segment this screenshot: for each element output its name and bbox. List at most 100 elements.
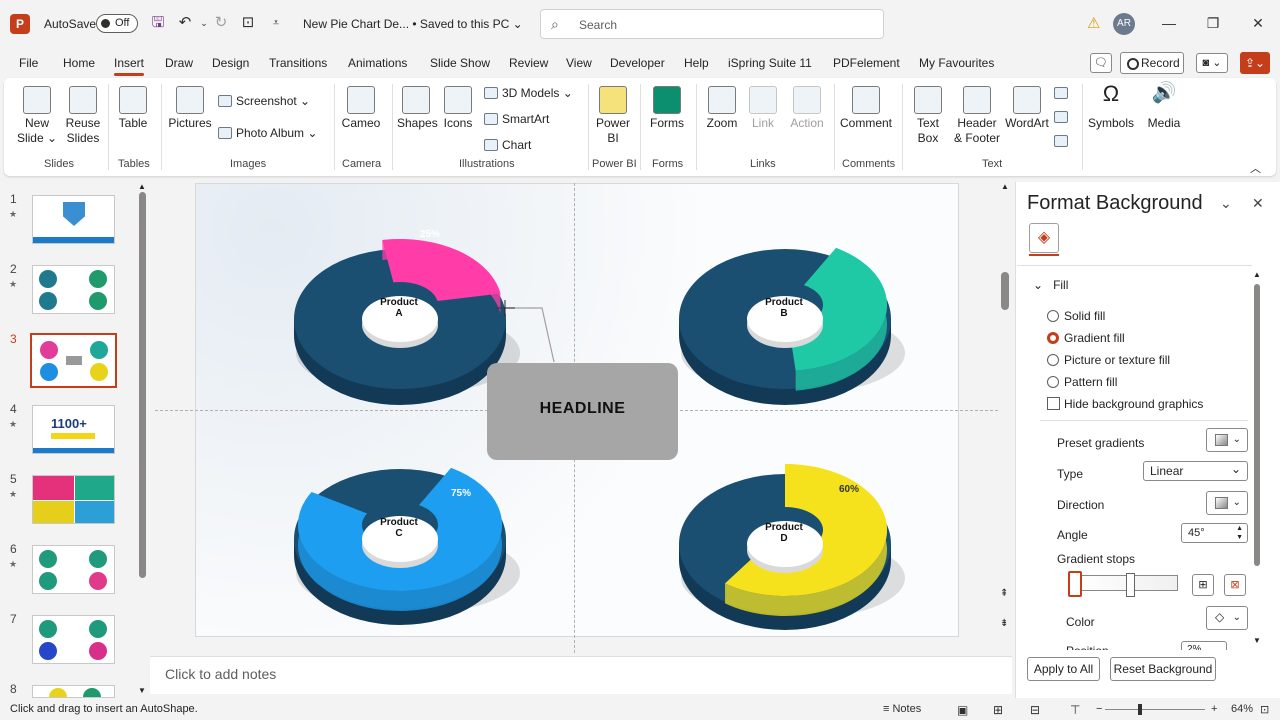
- tab-slide-show[interactable]: Slide Show: [430, 56, 490, 70]
- record-button[interactable]: Record: [1120, 52, 1184, 74]
- scroll-up-icon[interactable]: ▲: [138, 182, 146, 191]
- apply-to-all-button[interactable]: Apply to All: [1027, 657, 1100, 681]
- tab-file[interactable]: File: [19, 56, 38, 70]
- slide-thumbnail[interactable]: [32, 475, 115, 524]
- avatar[interactable]: AR: [1113, 13, 1135, 35]
- shapes-button[interactable]: Shapes: [397, 86, 438, 131]
- add-stop-icon[interactable]: ⊞: [1192, 574, 1214, 596]
- present-icon[interactable]: ⊡: [238, 13, 258, 33]
- tab-ispring[interactable]: iSpring Suite 11: [728, 56, 812, 70]
- tab-my-favourites[interactable]: My Favourites: [919, 56, 994, 70]
- tab-design[interactable]: Design: [212, 56, 249, 70]
- zoom-button[interactable]: Zoom: [702, 86, 742, 131]
- previous-slide-icon[interactable]: ⇞: [1000, 588, 1008, 599]
- search-input[interactable]: ⌕ Search: [540, 9, 884, 39]
- notes-button[interactable]: ≡ Notes: [883, 703, 921, 715]
- header-footer-button[interactable]: Header & Footer: [952, 86, 1002, 146]
- tab-developer[interactable]: Developer: [610, 56, 665, 70]
- hide-background-checkbox[interactable]: Hide background graphics: [1047, 397, 1203, 411]
- object-icon[interactable]: [1054, 134, 1072, 148]
- solid-fill-radio[interactable]: Solid fill: [1047, 309, 1105, 323]
- comment-button[interactable]: Comment: [838, 86, 894, 131]
- slide-sorter-icon[interactable]: ⊞: [993, 703, 1003, 717]
- angle-input[interactable]: 45° ▲ ▼: [1181, 523, 1248, 543]
- minimize-icon[interactable]: —: [1154, 12, 1184, 34]
- next-slide-icon[interactable]: ⇟: [1000, 618, 1008, 629]
- redo-icon[interactable]: ↻: [211, 13, 231, 33]
- slide-thumbnail[interactable]: [32, 195, 115, 244]
- screenshot-button[interactable]: Screenshot ⌄: [218, 94, 310, 108]
- slideshow-view-icon[interactable]: ⊤: [1070, 703, 1080, 717]
- camera-button[interactable]: ◙ ⌄: [1196, 53, 1228, 73]
- tab-view[interactable]: View: [566, 56, 592, 70]
- 3d-models-button[interactable]: 3D Models ⌄: [484, 86, 573, 100]
- remove-stop-icon[interactable]: ⊠: [1224, 574, 1246, 596]
- pane-options-chevron-icon[interactable]: ⌄: [1220, 195, 1232, 212]
- slide-number-icon[interactable]: [1054, 110, 1072, 124]
- type-select[interactable]: Linear: [1143, 461, 1248, 481]
- undo-icon[interactable]: ↶: [175, 13, 195, 33]
- power-bi-button[interactable]: Power BI: [592, 86, 634, 146]
- warning-icon[interactable]: ⚠: [1087, 14, 1100, 32]
- reuse-slides-button[interactable]: Reuse Slides: [60, 86, 106, 146]
- gradient-stop-handle[interactable]: [1068, 571, 1082, 597]
- link-button[interactable]: Link: [746, 86, 780, 131]
- gradient-fill-radio[interactable]: Gradient fill: [1047, 331, 1125, 345]
- zoom-in-icon[interactable]: +: [1211, 703, 1217, 715]
- save-icon[interactable]: 🖫: [148, 13, 168, 33]
- headline-text[interactable]: HEADLINE: [487, 400, 678, 418]
- chart-button[interactable]: Chart: [484, 138, 531, 152]
- slide-thumbnail[interactable]: [32, 265, 115, 314]
- tab-transitions[interactable]: Transitions: [269, 56, 327, 70]
- thumbnails-scrollbar[interactable]: ▲ ▼: [138, 182, 148, 698]
- preset-gradients-dropdown[interactable]: ⌄: [1206, 428, 1248, 452]
- scroll-down-icon[interactable]: ▼: [138, 686, 146, 695]
- tab-pdfelement[interactable]: PDFelement: [833, 56, 900, 70]
- smartart-button[interactable]: SmartArt: [484, 112, 549, 126]
- slide-thumbnail[interactable]: [32, 685, 115, 698]
- table-button[interactable]: Table: [114, 86, 152, 131]
- direction-dropdown[interactable]: ⌄: [1206, 491, 1248, 515]
- zoom-out-icon[interactable]: −: [1096, 703, 1102, 715]
- text-box-button[interactable]: Text Box: [910, 86, 946, 146]
- connector-line[interactable]: [490, 300, 570, 370]
- new-slide-button[interactable]: New Slide ⌄: [16, 86, 58, 146]
- document-title[interactable]: New Pie Chart De... • Saved to this PC ⌄: [303, 17, 523, 31]
- share-button[interactable]: ⇪⌄: [1240, 52, 1270, 74]
- tab-animations[interactable]: Animations: [348, 56, 407, 70]
- zoom-slider[interactable]: [1105, 709, 1205, 710]
- tab-review[interactable]: Review: [509, 56, 548, 70]
- reading-view-icon[interactable]: ⊟: [1030, 703, 1040, 717]
- customize-icon[interactable]: ⩡: [266, 13, 286, 33]
- color-dropdown[interactable]: ◇ ⌄: [1206, 606, 1248, 630]
- scroll-down-icon[interactable]: ▼: [1253, 636, 1261, 645]
- action-button[interactable]: Action: [786, 86, 828, 131]
- slide-thumbnail-selected[interactable]: [30, 333, 117, 388]
- slide-thumbnail[interactable]: [32, 615, 115, 664]
- tab-help[interactable]: Help: [684, 56, 709, 70]
- zoom-slider-thumb[interactable]: [1138, 704, 1142, 715]
- canvas-scrollbar[interactable]: ▲ ⇞ ⇟: [998, 182, 1012, 636]
- collapse-ribbon-icon[interactable]: ︿: [1250, 160, 1261, 176]
- normal-view-icon[interactable]: ▣: [957, 703, 968, 717]
- picture-fill-radio[interactable]: Picture or texture fill: [1047, 353, 1170, 367]
- reset-background-button[interactable]: Reset Background: [1110, 657, 1216, 681]
- zoom-level[interactable]: 64%: [1231, 703, 1253, 715]
- fill-section-header[interactable]: ⌄ Fill: [1033, 278, 1068, 292]
- pattern-fill-radio[interactable]: Pattern fill: [1047, 375, 1117, 389]
- scroll-up-icon[interactable]: ▲: [1253, 270, 1261, 279]
- pane-scrollbar[interactable]: ▲ ▼: [1252, 270, 1262, 648]
- slide-thumbnail[interactable]: 1100+: [32, 405, 115, 454]
- gradient-stop-handle[interactable]: [1126, 573, 1135, 597]
- tab-insert[interactable]: Insert: [114, 56, 145, 76]
- date-time-icon[interactable]: [1054, 86, 1072, 100]
- comments-button[interactable]: 🗨: [1090, 53, 1112, 73]
- fill-tab-icon[interactable]: ◈: [1029, 223, 1059, 256]
- wordart-button[interactable]: WordArt: [1004, 86, 1050, 131]
- restore-icon[interactable]: ❐: [1198, 12, 1228, 34]
- symbols-button[interactable]: Ω Symbols: [1086, 83, 1136, 131]
- photo-album-button[interactable]: Photo Album ⌄: [218, 126, 317, 140]
- slide-thumbnail[interactable]: [32, 545, 115, 594]
- gradient-stops-bar[interactable]: [1072, 575, 1178, 591]
- close-pane-icon[interactable]: ✕: [1252, 195, 1264, 212]
